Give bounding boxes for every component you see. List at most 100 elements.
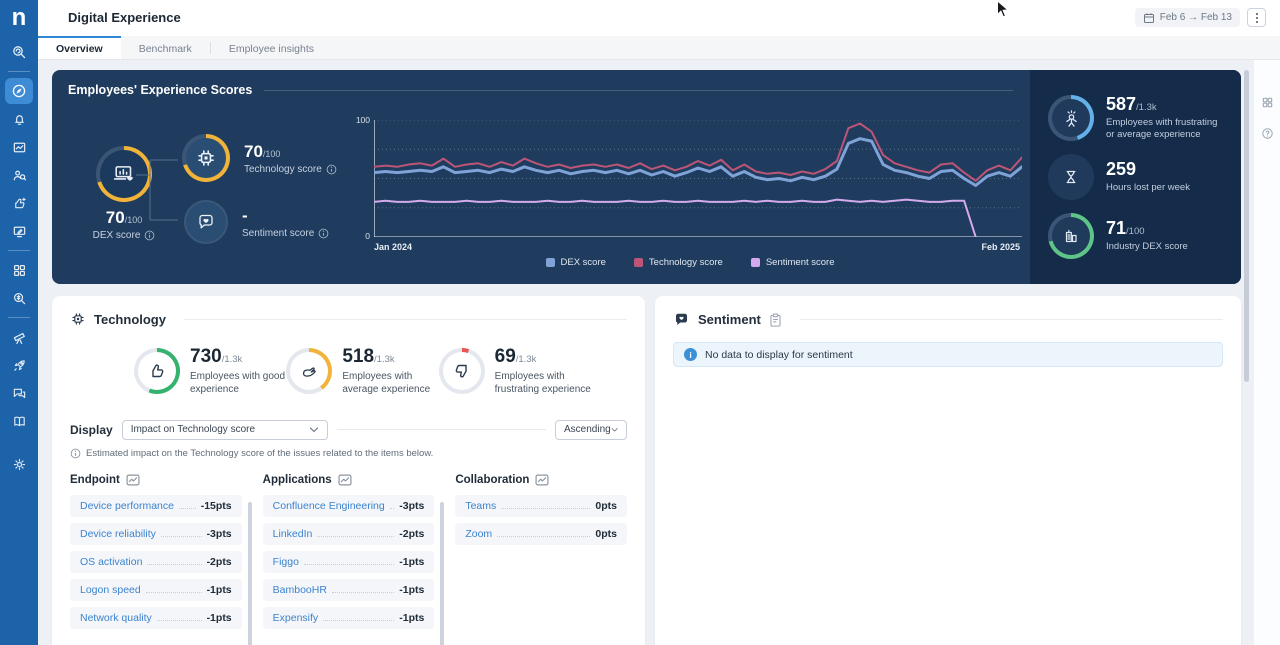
nexthink-logo: n — [12, 0, 27, 38]
dex-info-icon[interactable] — [144, 230, 155, 241]
display-row-divider — [337, 429, 546, 430]
chevron-down-icon — [309, 427, 319, 433]
notifications-bell-icon[interactable] — [5, 106, 33, 132]
library-icon[interactable] — [5, 408, 33, 434]
search-history-icon[interactable] — [5, 39, 33, 65]
endpoint-column: Endpoint Device performance-15pts Device… — [70, 474, 242, 629]
page-title: Digital Experience — [68, 10, 181, 25]
frustrating-experience-value: 69 — [495, 346, 516, 367]
hours-lost-label: Hours lost per week — [1106, 182, 1190, 194]
tab-employee-insights[interactable]: Employee insights — [211, 36, 332, 59]
frustrated-average-stat: 587/1.3k Employees with frustrating or a… — [1048, 95, 1241, 141]
dashboards-icon[interactable] — [5, 134, 33, 160]
chart-box-icon[interactable] — [338, 474, 352, 486]
technology-score-label: Technology score — [244, 164, 322, 175]
hours-lost-stat: 259 Hours lost per week — [1048, 154, 1241, 200]
meh-hand-icon — [299, 361, 319, 381]
technology-chip-icon — [70, 311, 86, 327]
date-range-picker[interactable]: Feb 6 → Feb 13 — [1135, 8, 1240, 27]
impact-row[interactable]: Teams0pts — [455, 495, 627, 517]
impact-row[interactable]: Confluence Engineering-3pts — [263, 495, 435, 517]
applications-column: Applications Confluence Engineering-3pts… — [263, 474, 435, 629]
applications-scrollbar[interactable] — [440, 502, 444, 645]
sort-order-select[interactable]: Ascending — [555, 420, 627, 440]
impact-row[interactable]: Device performance-15pts — [70, 495, 242, 517]
legend-sentiment[interactable]: Sentiment score — [751, 257, 835, 268]
endpoint-column-title: Endpoint — [70, 474, 120, 486]
frustrating-experience-suffix: /1.3k — [516, 354, 537, 365]
thumbs-up-icon — [147, 361, 167, 381]
frustrated-average-suffix: /1.3k — [1136, 102, 1157, 113]
settings-gear-icon[interactable] — [5, 451, 33, 477]
legend-swatch-dex — [546, 258, 555, 267]
impact-row[interactable]: Network quality-1pts — [70, 607, 242, 629]
technology-stats: 730/1.3k Employees with good experience … — [70, 347, 627, 396]
hours-lost-value: 259 — [1106, 159, 1136, 179]
good-experience-stat: 730/1.3k Employees with good experience — [134, 347, 286, 396]
sentiment-info-icon[interactable] — [318, 228, 329, 239]
collaboration-column: Collaboration Teams0pts Zoom0pts — [455, 474, 627, 629]
sidebar-divider — [8, 250, 30, 251]
impact-row[interactable]: Figgo-1pts — [263, 551, 435, 573]
cost-search-icon[interactable] — [5, 285, 33, 311]
hours-lost-circle — [1048, 154, 1094, 200]
vertical-scrollbar[interactable] — [1244, 70, 1249, 382]
chart-box-icon[interactable] — [126, 474, 140, 486]
good-experience-value: 730 — [190, 346, 222, 367]
thumb-actions-icon[interactable] — [5, 190, 33, 216]
legend-technology[interactable]: Technology score — [634, 257, 723, 268]
sentiment-score-block: - Sentiment score — [184, 200, 329, 244]
chat-icon[interactable] — [5, 380, 33, 406]
impact-row[interactable]: LinkedIn-2pts — [263, 523, 435, 545]
average-experience-value: 518 — [342, 346, 374, 367]
main-content: Employees' Experience Scores 70/100 DEX … — [38, 60, 1280, 645]
impact-row[interactable]: Device reliability-3pts — [70, 523, 242, 545]
thumbs-down-icon — [452, 361, 472, 381]
endpoint-scrollbar[interactable] — [248, 502, 252, 645]
experience-scores-panel: Employees' Experience Scores 70/100 DEX … — [52, 70, 1241, 284]
legend-dex[interactable]: DEX score — [546, 257, 606, 268]
frustrating-experience-gauge — [439, 348, 485, 394]
survey-clipboard-icon[interactable] — [769, 313, 782, 327]
impact-row[interactable]: OS activation-2pts — [70, 551, 242, 573]
more-options-button[interactable] — [1247, 8, 1266, 27]
frustrated-average-label: Employees with frustrating or average ex… — [1106, 117, 1226, 141]
technology-info-icon[interactable] — [326, 164, 337, 175]
sidebar: n — [0, 0, 38, 645]
grid-apps-icon[interactable] — [5, 257, 33, 283]
y-axis-tick-100: 100 — [350, 115, 370, 125]
device-edit-icon[interactable] — [5, 218, 33, 244]
user-search-icon[interactable] — [5, 162, 33, 188]
industry-dex-label: Industry DEX score — [1106, 241, 1188, 253]
impact-row[interactable]: BambooHR-1pts — [263, 579, 435, 601]
help-icon[interactable] — [1261, 127, 1274, 140]
display-label: Display — [70, 423, 113, 437]
sentiment-bubble-icon — [673, 311, 690, 328]
sidebar-item-explore[interactable] — [5, 78, 33, 104]
rocket-icon[interactable] — [5, 352, 33, 378]
good-experience-suffix: /1.3k — [222, 354, 243, 365]
tab-benchmark[interactable]: Benchmark — [121, 36, 210, 59]
sidebar-divider — [8, 71, 30, 72]
average-experience-label: Employees with average experience — [342, 370, 438, 396]
no-data-message: No data to display for sentiment — [705, 349, 853, 361]
telescope-icon[interactable] — [5, 324, 33, 350]
display-metric-select[interactable]: Impact on Technology score — [122, 420, 328, 440]
frustrated-average-gauge — [1048, 95, 1094, 141]
tab-overview[interactable]: Overview — [38, 36, 121, 59]
chip-icon — [195, 147, 217, 169]
legend-swatch-technology — [634, 258, 643, 267]
industry-dex-suffix: /100 — [1126, 226, 1145, 237]
technology-card: Technology 730/1.3k Employees with good … — [52, 296, 645, 645]
good-experience-gauge — [134, 348, 180, 394]
sentiment-score-circle — [184, 200, 228, 244]
impact-row[interactable]: Expensify-1pts — [263, 607, 435, 629]
tab-bar: Overview Benchmark Employee insights — [38, 36, 1280, 60]
experience-chart-svg — [374, 120, 1022, 237]
chart-box-icon[interactable] — [535, 474, 549, 486]
laptop-chart-heart-icon — [111, 161, 137, 187]
impact-row[interactable]: Zoom0pts — [455, 523, 627, 545]
technology-head-divider — [184, 319, 627, 320]
widgets-icon[interactable] — [1261, 96, 1274, 109]
impact-row[interactable]: Logon speed-1pts — [70, 579, 242, 601]
